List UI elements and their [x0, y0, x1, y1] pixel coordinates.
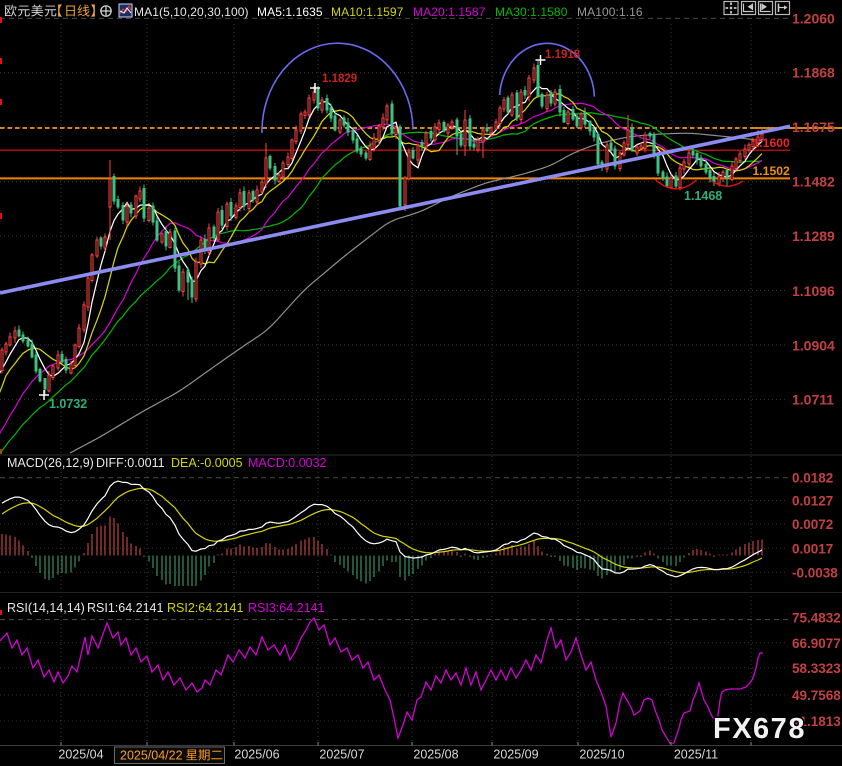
svg-text:75.4832: 75.4832 [792, 610, 841, 625]
svg-text:1.1868: 1.1868 [792, 64, 835, 80]
svg-text:1.2060: 1.2060 [792, 10, 835, 26]
svg-text:2025/04: 2025/04 [58, 748, 103, 762]
svg-text:49.7568: 49.7568 [792, 688, 841, 703]
svg-text:MA1(5,10,20,30,100): MA1(5,10,20,30,100) [134, 5, 249, 19]
svg-text:RSI2:64.2141: RSI2:64.2141 [167, 601, 243, 615]
svg-text:2025/09: 2025/09 [493, 748, 538, 762]
svg-text:MA5:1.1635: MA5:1.1635 [257, 5, 323, 19]
svg-text:1.1289: 1.1289 [792, 228, 835, 244]
svg-text:1.0732: 1.0732 [49, 397, 87, 411]
svg-text:1.1468: 1.1468 [684, 189, 722, 203]
svg-text:58.3323: 58.3323 [792, 661, 841, 676]
svg-text:0.0017: 0.0017 [792, 541, 833, 556]
svg-text:1.1600: 1.1600 [753, 136, 790, 150]
svg-text:RSI(14,14,14): RSI(14,14,14) [7, 601, 85, 615]
svg-text:0.0127: 0.0127 [792, 494, 833, 509]
svg-text:1.0711: 1.0711 [792, 391, 834, 407]
svg-text:MA20:1.1587: MA20:1.1587 [413, 5, 486, 19]
svg-text:1.1829: 1.1829 [322, 73, 357, 85]
svg-text:-0.0038: -0.0038 [792, 565, 838, 580]
svg-text:2025/04/22: 2025/04/22 [120, 749, 183, 763]
svg-text:1.1675: 1.1675 [792, 119, 835, 135]
svg-text:2025/10: 2025/10 [579, 748, 624, 762]
svg-text:DEA:-0.0005: DEA:-0.0005 [171, 456, 243, 470]
svg-text:1.1482: 1.1482 [792, 174, 835, 190]
svg-text:2025/07: 2025/07 [319, 748, 364, 762]
svg-text:66.9077: 66.9077 [792, 636, 841, 651]
svg-text:MA10:1.1597: MA10:1.1597 [331, 5, 404, 19]
svg-text:1.1502: 1.1502 [753, 164, 790, 178]
svg-text:MA30:1.1580: MA30:1.1580 [495, 5, 568, 19]
svg-text:0.0072: 0.0072 [792, 517, 833, 532]
svg-text:0.0182: 0.0182 [792, 471, 833, 486]
svg-text:MACD(26,12,9): MACD(26,12,9) [7, 456, 94, 470]
svg-text:1.1918: 1.1918 [545, 49, 581, 61]
svg-text:MA100:1.16: MA100:1.16 [577, 5, 643, 19]
svg-text:RSI3:64.2141: RSI3:64.2141 [248, 601, 324, 615]
svg-text:DIFF:0.0011: DIFF:0.0011 [96, 456, 165, 470]
svg-text:MACD:0.0032: MACD:0.0032 [248, 456, 327, 470]
svg-text:RSI1:64.2141: RSI1:64.2141 [87, 601, 163, 615]
svg-text:1.0904: 1.0904 [792, 337, 835, 353]
svg-text:2025/11: 2025/11 [674, 748, 718, 762]
svg-text:2025/06: 2025/06 [234, 748, 279, 762]
svg-text:FX678: FX678 [713, 713, 806, 745]
svg-text:1.1096: 1.1096 [792, 283, 835, 299]
svg-text:2025/08: 2025/08 [413, 748, 458, 762]
